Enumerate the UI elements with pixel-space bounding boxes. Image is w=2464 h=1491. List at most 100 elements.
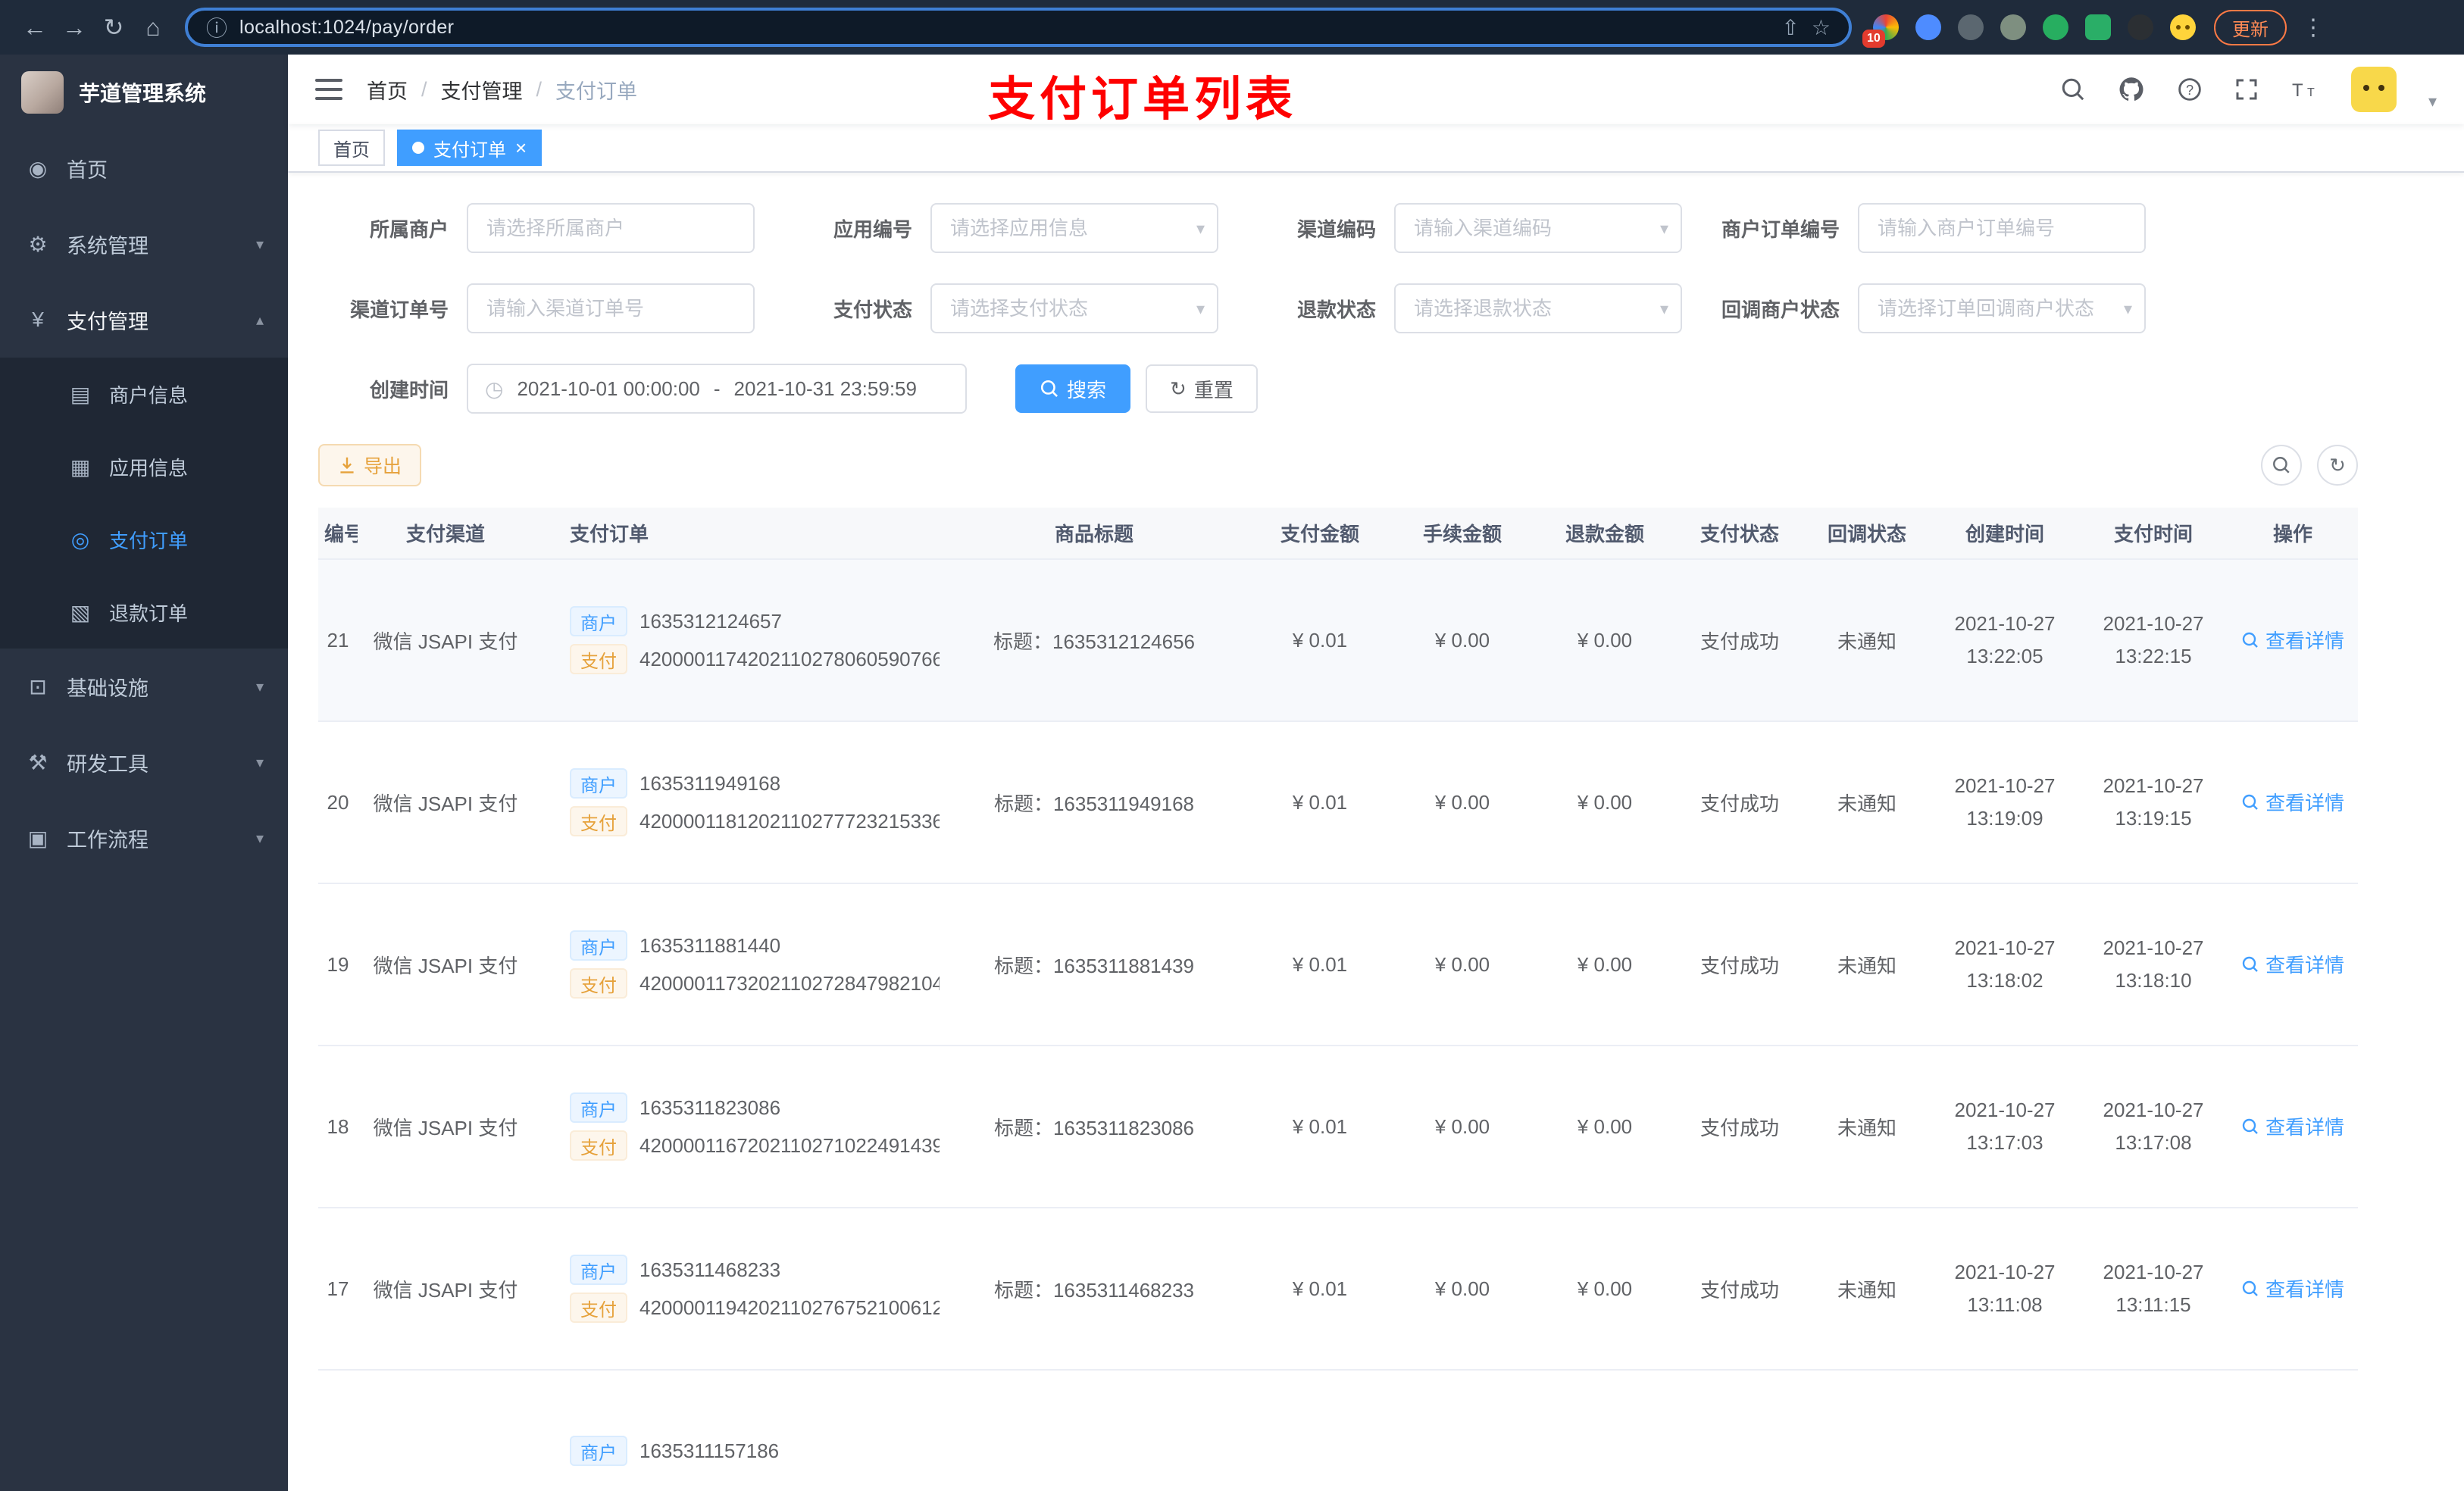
notify-status-select[interactable] bbox=[1858, 283, 2146, 333]
sidebar-item-pay-order[interactable]: ◎ 支付订单 bbox=[0, 503, 288, 576]
refund-amount: ¥ 0.00 bbox=[1577, 952, 1633, 976]
view-detail-link[interactable]: 查看详情 bbox=[2241, 1112, 2344, 1140]
merchant-tag: 商户 bbox=[570, 930, 627, 961]
merchant-input[interactable] bbox=[467, 203, 755, 253]
extension-icon[interactable] bbox=[2128, 14, 2153, 40]
sidebar-item-system[interactable]: ⚙ 系统管理 ▾ bbox=[0, 206, 288, 282]
view-detail-link[interactable]: 查看详情 bbox=[2241, 626, 2344, 654]
breadcrumb-home[interactable]: 首页 bbox=[367, 75, 408, 105]
svg-text:T: T bbox=[2307, 86, 2315, 99]
github-icon[interactable] bbox=[2118, 76, 2145, 103]
hamburger-icon[interactable] bbox=[315, 79, 342, 100]
extension-icon[interactable] bbox=[1958, 14, 1984, 40]
share-icon[interactable]: ⇧ bbox=[1781, 15, 1799, 40]
tab-label: 支付订单 bbox=[433, 139, 506, 161]
search-icon bbox=[2273, 457, 2290, 474]
fullscreen-icon[interactable] bbox=[2234, 77, 2259, 102]
app-logo[interactable]: 芋道管理系统 bbox=[0, 55, 288, 130]
briefcase-icon: ▣ bbox=[27, 826, 48, 850]
reload-icon[interactable]: ↻ bbox=[94, 8, 133, 47]
table-row: 20 微信 JSAPI 支付 商户 1635311949168 支付 42000… bbox=[318, 721, 2358, 884]
refund-amount: ¥ 0.00 bbox=[1577, 1277, 1633, 1300]
col-created: 创建时间 bbox=[1931, 508, 2079, 560]
date-range-picker[interactable]: ◷ 2021-10-01 00:00:00 - 2021-10-31 23:59… bbox=[467, 364, 967, 414]
caret-down-icon[interactable]: ▾ bbox=[2428, 92, 2437, 111]
app-no-select[interactable] bbox=[930, 203, 1218, 253]
chevron-down-icon: ▾ bbox=[255, 830, 264, 847]
close-icon[interactable]: × bbox=[515, 138, 527, 158]
gear-icon: ⚙ bbox=[28, 232, 48, 256]
toggle-search-button[interactable] bbox=[2261, 445, 2302, 486]
tab-home[interactable]: 首页 bbox=[318, 130, 385, 166]
merchant-order-no: 1635312124657 bbox=[639, 609, 782, 633]
menu-dots-icon[interactable]: ⋮ bbox=[2302, 14, 2325, 41]
table-toolbar: 导出 ↻ bbox=[318, 444, 2358, 486]
monitor-icon: ⊡ bbox=[29, 674, 47, 699]
filter-app-no: 应用编号 ▾ bbox=[782, 203, 1218, 253]
channel-code-select[interactable] bbox=[1394, 203, 1682, 253]
sidebar-item-app-info[interactable]: ▦ 应用信息 bbox=[0, 430, 288, 503]
sidebar-item-refund-order[interactable]: ▧ 退款订单 bbox=[0, 576, 288, 649]
help-icon[interactable]: ? bbox=[2177, 77, 2203, 102]
star-icon[interactable]: ☆ bbox=[1812, 15, 1831, 40]
sidebar-item-workflow[interactable]: ▣ 工作流程 ▾ bbox=[0, 800, 288, 876]
sidebar-item-merchant-info[interactable]: ▤ 商户信息 bbox=[0, 358, 288, 430]
view-detail-link[interactable]: 查看详情 bbox=[2241, 1274, 2344, 1302]
view-detail-label: 查看详情 bbox=[2265, 792, 2344, 815]
filter-pay-status: 支付状态 ▾ bbox=[782, 283, 1218, 333]
back-icon[interactable]: ← bbox=[15, 8, 55, 47]
tags-view: 首页 支付订单 × bbox=[288, 124, 2464, 173]
sidebar-item-dev-tools[interactable]: ⚒ 研发工具 ▾ bbox=[0, 724, 288, 800]
merchant-order-no-input[interactable] bbox=[1858, 203, 2146, 253]
url-text[interactable]: localhost:1024/pay/order bbox=[239, 17, 454, 39]
home-icon[interactable]: ⌂ bbox=[133, 8, 173, 47]
extension-chat-icon[interactable] bbox=[2085, 14, 2111, 40]
breadcrumb: 首页 / 支付管理 / 支付订单 bbox=[367, 75, 637, 105]
breadcrumb-current: 支付订单 bbox=[555, 80, 638, 103]
fee-amount: ¥ 0.00 bbox=[1434, 790, 1490, 814]
sidebar-item-home[interactable]: ◉ 首页 bbox=[0, 130, 288, 206]
merchant-order-no: 1635311157186 bbox=[639, 1439, 780, 1462]
address-bar[interactable]: ⓘ localhost:1024/pay/order ⇧ ☆ bbox=[185, 8, 1852, 47]
date-start[interactable]: 2021-10-01 00:00:00 bbox=[517, 377, 699, 401]
order-id: 17 bbox=[327, 1277, 349, 1300]
profile-avatar[interactable] bbox=[2170, 14, 2196, 40]
merchant-order-no: 1635311823086 bbox=[639, 1096, 781, 1119]
export-button[interactable]: 导出 bbox=[318, 444, 422, 486]
extension-icon[interactable] bbox=[1915, 14, 1941, 40]
target-icon: ◎ bbox=[70, 527, 90, 552]
reset-button[interactable]: ↻ 重置 bbox=[1146, 364, 1258, 413]
refund-amount: ¥ 0.00 bbox=[1577, 1114, 1633, 1138]
view-detail-link[interactable]: 查看详情 bbox=[2241, 950, 2344, 978]
refund-status-select[interactable] bbox=[1394, 283, 1682, 333]
forward-icon[interactable]: → bbox=[55, 8, 94, 47]
pay-amount: ¥ 0.01 bbox=[1292, 1114, 1348, 1138]
menu-label: 系统管理 bbox=[67, 234, 149, 258]
pay-status-select[interactable] bbox=[930, 283, 1218, 333]
view-detail-link[interactable]: 查看详情 bbox=[2241, 788, 2344, 816]
sidebar-item-infrastructure[interactable]: ⊡ 基础设施 ▾ bbox=[0, 649, 288, 724]
search-button[interactable]: 搜索 bbox=[1015, 364, 1131, 413]
table-body: 21 微信 JSAPI 支付 商户 1635312124657 支付 42000… bbox=[318, 559, 2358, 1491]
tab-pay-order[interactable]: 支付订单 × bbox=[397, 130, 543, 166]
pay-amount: ¥ 0.01 bbox=[1292, 1277, 1348, 1300]
extension-check-icon[interactable] bbox=[2043, 14, 2068, 40]
breadcrumb-pay-manage[interactable]: 支付管理 bbox=[441, 75, 523, 105]
col-fee: 手续金额 bbox=[1391, 508, 1534, 560]
browser-update-button[interactable]: 更新 bbox=[2214, 9, 2287, 45]
order-id: 21 bbox=[327, 628, 349, 652]
user-avatar[interactable] bbox=[2350, 67, 2397, 112]
font-size-icon[interactable]: TT bbox=[2290, 77, 2319, 102]
reload-icon: ↻ bbox=[2329, 453, 2346, 477]
date-end[interactable]: 2021-10-31 23:59:59 bbox=[734, 377, 917, 401]
refresh-button[interactable]: ↻ bbox=[2317, 445, 2358, 486]
extension-icon[interactable] bbox=[2000, 14, 2026, 40]
info-icon[interactable]: ⓘ bbox=[206, 12, 227, 42]
extension-icon[interactable]: 10 bbox=[1862, 14, 1899, 48]
sidebar-item-payment[interactable]: ¥ 支付管理 ▴ bbox=[0, 282, 288, 358]
channel-order-no-input[interactable] bbox=[467, 283, 755, 333]
table-row: 21 微信 JSAPI 支付 商户 1635312124657 支付 42000… bbox=[318, 559, 2358, 722]
pay-amount: ¥ 0.01 bbox=[1292, 790, 1348, 814]
download-icon bbox=[340, 457, 354, 474]
search-icon[interactable] bbox=[2060, 77, 2086, 102]
